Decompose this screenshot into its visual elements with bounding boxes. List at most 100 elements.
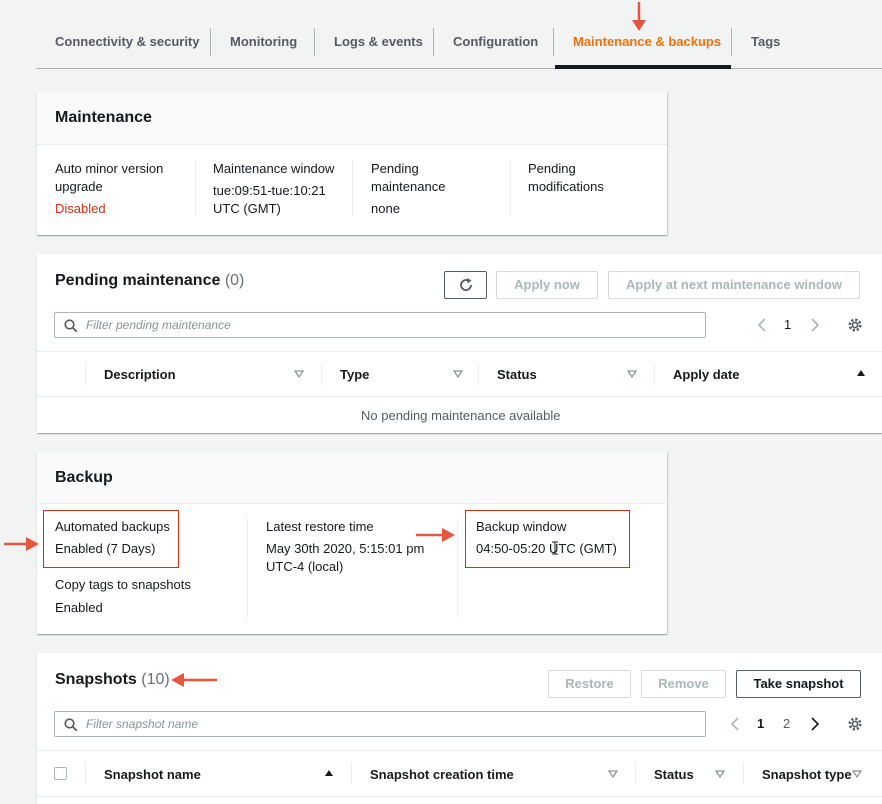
- snapshots-title: Snapshots: [55, 671, 137, 688]
- copy-tags-label: Copy tags to snapshots: [55, 577, 191, 592]
- search-placeholder: Filter pending maintenance: [86, 318, 231, 332]
- search-placeholder: Filter snapshot name: [86, 717, 199, 731]
- sort-icon[interactable]: [453, 370, 463, 378]
- chevron-right-icon[interactable]: [810, 318, 820, 332]
- sort-icon[interactable]: [715, 770, 725, 778]
- sort-ascending-icon[interactable]: [856, 369, 866, 377]
- pending-title: Pending maintenance: [55, 272, 221, 289]
- apply-next-window-button[interactable]: Apply at next maintenance window: [608, 271, 860, 299]
- snapshots-count: (10): [141, 671, 170, 688]
- backup-header: Backup: [37, 452, 667, 504]
- tab-divider: [731, 28, 732, 56]
- column-header-status[interactable]: Status: [497, 367, 537, 382]
- sort-icon[interactable]: [608, 770, 618, 778]
- gear-icon[interactable]: [847, 317, 863, 333]
- apply-now-button[interactable]: Apply now: [496, 271, 598, 299]
- annotation-highlight-box: [465, 510, 630, 568]
- active-tab-indicator: [555, 65, 731, 69]
- pending-modifications-label: Pending: [528, 161, 576, 176]
- gear-icon[interactable]: [847, 716, 863, 732]
- section-title: Snapshots (10): [55, 671, 170, 689]
- empty-state-message: No pending maintenance available: [361, 408, 561, 423]
- tab-divider: [314, 28, 315, 56]
- latest-restore-label: Latest restore time: [266, 519, 374, 534]
- pending-modifications-label: modifications: [528, 179, 604, 194]
- tab-divider: [433, 28, 434, 56]
- tab-logs-events[interactable]: Logs & events: [334, 28, 423, 56]
- search-icon: [64, 718, 78, 732]
- column-divider: [478, 363, 479, 385]
- section-title: Pending maintenance (0): [55, 272, 244, 290]
- page-number-current[interactable]: 1: [757, 716, 764, 731]
- pending-maintenance-label: maintenance: [371, 179, 446, 194]
- column-divider: [85, 762, 86, 784]
- pending-maintenance-label: Pending: [371, 161, 419, 176]
- tab-configuration[interactable]: Configuration: [453, 28, 538, 56]
- column-header-creation-time[interactable]: Snapshot creation time: [370, 767, 514, 782]
- divider: [352, 160, 353, 216]
- column-header-description[interactable]: Description: [104, 367, 176, 382]
- tab-maintenance-backups[interactable]: Maintenance & backups: [573, 28, 721, 56]
- column-divider: [321, 363, 322, 385]
- sort-icon[interactable]: [852, 770, 862, 778]
- page-number[interactable]: 2: [783, 716, 790, 731]
- sort-ascending-icon[interactable]: [324, 769, 334, 777]
- auto-minor-value: Disabled: [55, 201, 106, 216]
- text-cursor-icon: [552, 541, 558, 555]
- pending-maintenance-panel: Pending maintenance (0) Apply now Apply …: [37, 254, 882, 433]
- tab-tags[interactable]: Tags: [751, 28, 780, 56]
- maintenance-window-label: Maintenance window: [213, 161, 335, 176]
- column-header-snapshot-name[interactable]: Snapshot name: [104, 767, 201, 782]
- pending-search-input[interactable]: Filter pending maintenance: [54, 312, 706, 338]
- chevron-right-icon[interactable]: [810, 717, 820, 731]
- search-icon: [64, 319, 78, 333]
- tab-monitoring[interactable]: Monitoring: [230, 28, 297, 56]
- tab-bar: Connectivity & security Monitoring Logs …: [36, 0, 882, 69]
- maintenance-panel: Maintenance Auto minor version upgrade D…: [37, 92, 667, 235]
- copy-tags-value: Enabled: [55, 600, 103, 615]
- remove-button[interactable]: Remove: [641, 670, 726, 698]
- maintenance-window-value: UTC (GMT): [213, 201, 281, 216]
- column-divider: [635, 762, 636, 784]
- table-divider: [37, 351, 882, 352]
- annotation-highlight-box: [43, 510, 179, 568]
- pending-maintenance-value: none: [371, 201, 400, 216]
- tab-divider: [553, 28, 554, 56]
- sort-icon[interactable]: [627, 370, 637, 378]
- chevron-left-icon[interactable]: [757, 318, 767, 332]
- page-number[interactable]: 1: [784, 317, 791, 332]
- select-all-checkbox[interactable]: [54, 767, 67, 780]
- divider: [510, 160, 511, 216]
- maintenance-header: Maintenance: [37, 92, 667, 145]
- take-snapshot-button[interactable]: Take snapshot: [736, 670, 861, 698]
- column-header-status[interactable]: Status: [654, 767, 694, 782]
- annotation-arrow-left-icon: [171, 673, 217, 687]
- tab-connectivity-security[interactable]: Connectivity & security: [55, 28, 200, 56]
- column-divider: [85, 363, 86, 385]
- column-divider: [654, 363, 655, 385]
- section-title: Backup: [55, 469, 113, 486]
- table-divider: [37, 796, 882, 797]
- latest-restore-value: UTC-4 (local): [266, 559, 344, 574]
- refresh-button[interactable]: [444, 271, 487, 299]
- column-header-snapshot-type[interactable]: Snapshot type: [762, 767, 852, 782]
- restore-button[interactable]: Restore: [548, 670, 631, 698]
- auto-minor-label: upgrade: [55, 179, 103, 194]
- column-divider: [351, 762, 352, 784]
- sort-icon[interactable]: [294, 370, 304, 378]
- annotation-arrow-down-icon: [632, 2, 646, 31]
- divider: [247, 518, 248, 618]
- column-header-apply-date[interactable]: Apply date: [673, 367, 739, 382]
- table-divider: [37, 396, 882, 397]
- column-divider: [743, 762, 744, 784]
- latest-restore-value: May 30th 2020, 5:15:01 pm: [266, 541, 425, 556]
- divider: [457, 518, 458, 618]
- snapshot-search-input[interactable]: Filter snapshot name: [54, 711, 706, 737]
- page-title: Maintenance: [55, 109, 152, 126]
- auto-minor-label: Auto minor version: [55, 161, 164, 176]
- annotation-arrow-right-icon: [4, 537, 39, 551]
- chevron-left-icon[interactable]: [730, 717, 740, 731]
- maintenance-window-value: tue:09:51-tue:10:21: [213, 183, 326, 198]
- annotation-arrow-right-icon: [416, 528, 455, 542]
- column-header-type[interactable]: Type: [340, 367, 369, 382]
